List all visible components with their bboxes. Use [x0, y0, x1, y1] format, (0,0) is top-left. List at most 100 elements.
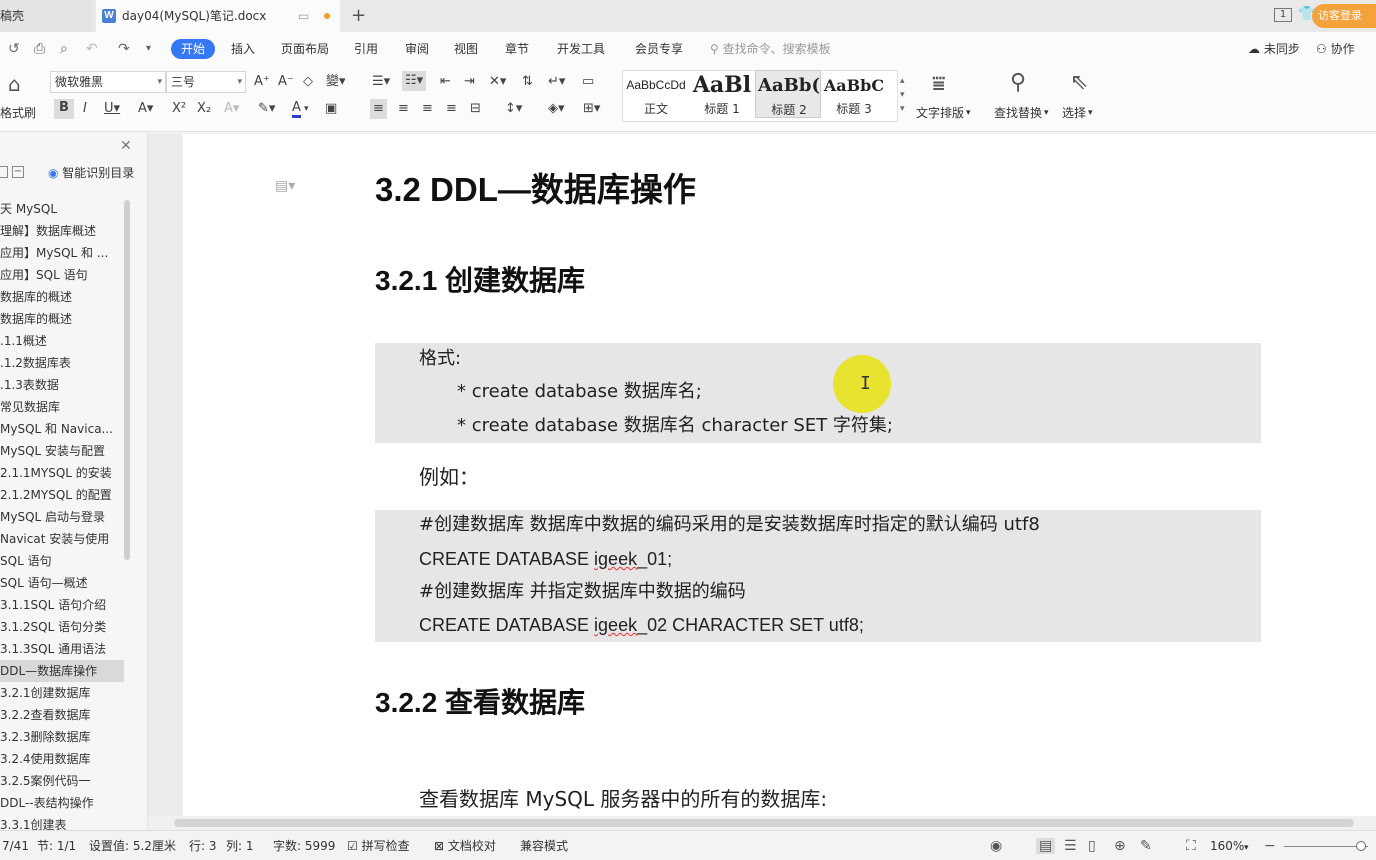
decrease-indent-icon[interactable]: ⇤ [440, 73, 451, 91]
toc-item[interactable]: Navicat 安装与使用 [0, 528, 124, 550]
menu-insert[interactable]: 插入 [231, 40, 255, 58]
toc-item[interactable]: 应用】SQL 语句 [0, 264, 124, 286]
horizontal-scrollbar[interactable] [148, 816, 1376, 830]
align-left-icon[interactable]: ≡ [370, 99, 387, 119]
toc-item[interactable]: SQL 语句 [0, 550, 124, 572]
grow-font-icon[interactable]: A⁺ [254, 73, 270, 91]
toc-item[interactable]: 3.1.1SQL 语句介绍 [0, 594, 124, 616]
toc-item[interactable]: 3.2.5案例代码一 [0, 770, 124, 792]
smart-toc-button[interactable]: ◉ 智能识别目录 [48, 165, 134, 181]
setting-value[interactable]: 设置值: 5.2厘米 [89, 839, 176, 853]
page-view-icon[interactable]: ▤ [1036, 838, 1056, 854]
distributed-icon[interactable]: ⊟ [470, 100, 481, 118]
style-gallery-scroll[interactable]: ▴ ▾ ▾ [900, 74, 905, 116]
menu-view[interactable]: 视图 [454, 40, 478, 58]
justify-icon[interactable]: ≡ [446, 100, 457, 118]
chevron-down-icon[interactable]: ▾ [1244, 841, 1249, 855]
borders-icon[interactable]: ⊞▾ [583, 100, 600, 118]
toc-item[interactable]: 天 MySQL [0, 198, 124, 220]
toc-item[interactable]: 3.3.1创建表 [0, 814, 124, 830]
toc-item[interactable]: 数据库的概述 [0, 308, 124, 330]
ruler-icon[interactable]: ▭ [582, 73, 594, 91]
expand-icon[interactable] [0, 166, 8, 178]
visitor-login-button[interactable]: 访客登录 [1312, 4, 1376, 28]
italic-icon[interactable]: I [83, 100, 87, 118]
toc-item[interactable]: 2.1.1MYSQL 的安装 [0, 462, 124, 484]
align-right-icon[interactable]: ≡ [422, 100, 433, 118]
increase-indent-icon[interactable]: ⇥ [464, 73, 475, 91]
toc-item[interactable]: 3.2.1创建数据库 [0, 682, 124, 704]
menu-page-layout[interactable]: 页面布局 [281, 40, 329, 58]
font-color-icon[interactable]: A [292, 100, 301, 118]
font-size-select[interactable]: 三号 ▾ [166, 71, 246, 93]
zoom-out-icon[interactable]: − [1264, 838, 1276, 854]
toc-item[interactable]: 3.1.3SQL 通用语法 [0, 638, 124, 660]
close-icon[interactable]: ✕ [120, 138, 132, 154]
page-indicator[interactable]: 7/41 [2, 839, 29, 853]
phonetic-icon[interactable]: 變▾ [326, 73, 346, 91]
toc-item[interactable]: MySQL 和 Navica... [0, 418, 124, 440]
numbered-list-icon[interactable]: ☷▾ [402, 71, 427, 91]
shrink-font-icon[interactable]: A⁻ [278, 73, 294, 91]
select-button[interactable]: ⇖ 选择 ▾ [1060, 70, 1104, 126]
menu-start[interactable]: 开始 [171, 39, 215, 59]
document-page[interactable]: ▤▾ 3.2 DDL—数据库操作 3.2.1 创建数据库 格式: * creat… [183, 134, 1376, 830]
nav-scrollbar[interactable] [124, 200, 130, 560]
bold-icon[interactable]: B [54, 99, 74, 119]
zoom-level[interactable]: 160% [1210, 839, 1244, 853]
style-normal[interactable]: AaBbCcDd 正文 [623, 70, 689, 118]
menu-review[interactable]: 审阅 [405, 40, 429, 58]
menu-developer[interactable]: 开发工具 [557, 40, 605, 58]
chinese-layout-icon[interactable]: ✕▾ [489, 73, 506, 91]
print-icon[interactable]: ⎙ [34, 41, 45, 57]
collaborate-button[interactable]: ⚇ 协作 [1316, 40, 1355, 58]
find-replace-button[interactable]: ⚲ 查找替换 ▾ [992, 70, 1056, 126]
page-count-badge[interactable]: 1 [1274, 8, 1292, 22]
reading-view-icon[interactable]: ▯ [1088, 838, 1096, 854]
text-effect-icon[interactable]: A▾ [224, 100, 239, 118]
zoom-slider-thumb[interactable] [1356, 841, 1366, 851]
sync-status[interactable]: ☁ 未同步 [1248, 40, 1300, 58]
toc-item[interactable]: 数据库的概述 [0, 286, 124, 308]
horizontal-scroll-thumb[interactable] [174, 819, 1354, 827]
tab-current-document[interactable]: W day04(MySQL)笔记.docx ▭ [96, 0, 340, 32]
quick-access-dropdown-icon[interactable]: ▾ [146, 41, 151, 57]
char-border-icon[interactable]: ▣ [325, 100, 337, 118]
tab-previous-document[interactable]: 稿壳 [0, 0, 92, 32]
word-count[interactable]: 字数: 5999 [273, 839, 335, 853]
outline-view-icon[interactable]: ☰ [1064, 838, 1077, 854]
toc-item[interactable]: .1.1概述 [0, 330, 124, 352]
format-painter-button[interactable]: ⌂ 格式刷 [0, 70, 40, 126]
underline-icon[interactable]: U▾ [104, 100, 120, 118]
toc-item[interactable]: 3.1.2SQL 语句分类 [0, 616, 124, 638]
command-search[interactable]: ⚲ 查找命令、搜索模板 [710, 40, 831, 58]
toc-item[interactable]: 3.2.3删除数据库 [0, 726, 124, 748]
toc-item[interactable]: .1.3表数据 [0, 374, 124, 396]
toc-item[interactable]: MySQL 启动与登录 [0, 506, 124, 528]
strikethrough-icon[interactable]: A▾ [138, 100, 153, 118]
style-heading-1[interactable]: AaBl 标题 1 [689, 70, 755, 118]
chevron-down-icon[interactable]: ▾ [304, 100, 309, 118]
font-name-select[interactable]: 微软雅黑 ▾ [50, 71, 166, 93]
style-heading-3[interactable]: AaBbC 标题 3 [821, 70, 887, 118]
toc-item[interactable]: 3.2.2查看数据库 [0, 704, 124, 726]
toc-item[interactable]: 常见数据库 [0, 396, 124, 418]
window-mode-icon[interactable]: ▭ [298, 9, 309, 23]
paragraph-mark-icon[interactable]: ↵▾ [548, 73, 565, 91]
redo-icon[interactable]: ↷ [118, 41, 130, 57]
toc-item[interactable]: DDL--表结构操作 [0, 792, 124, 814]
bullet-list-icon[interactable]: ☰▾ [372, 73, 390, 91]
add-tab-button[interactable]: + [351, 6, 366, 26]
toc-item[interactable]: 应用】MySQL 和 ... [0, 242, 124, 264]
spell-check-button[interactable]: ☑ 拼写检查 [347, 839, 410, 853]
write-view-icon[interactable]: ✎ [1140, 838, 1152, 854]
subscript-icon[interactable]: X₂ [197, 100, 211, 118]
toc-item[interactable]: DDL—数据库操作 [0, 660, 124, 682]
web-view-icon[interactable]: ⊕ [1114, 838, 1126, 854]
toc-item[interactable]: SQL 语句—概述 [0, 572, 124, 594]
fit-page-icon[interactable]: ⛶ [1186, 838, 1196, 854]
style-heading-2[interactable]: AaBb( 标题 2 [755, 70, 821, 118]
toc-item[interactable]: 3.2.4使用数据库 [0, 748, 124, 770]
undo-icon[interactable]: ↶ [86, 41, 98, 57]
sort-icon[interactable]: ⇅ [522, 73, 533, 91]
